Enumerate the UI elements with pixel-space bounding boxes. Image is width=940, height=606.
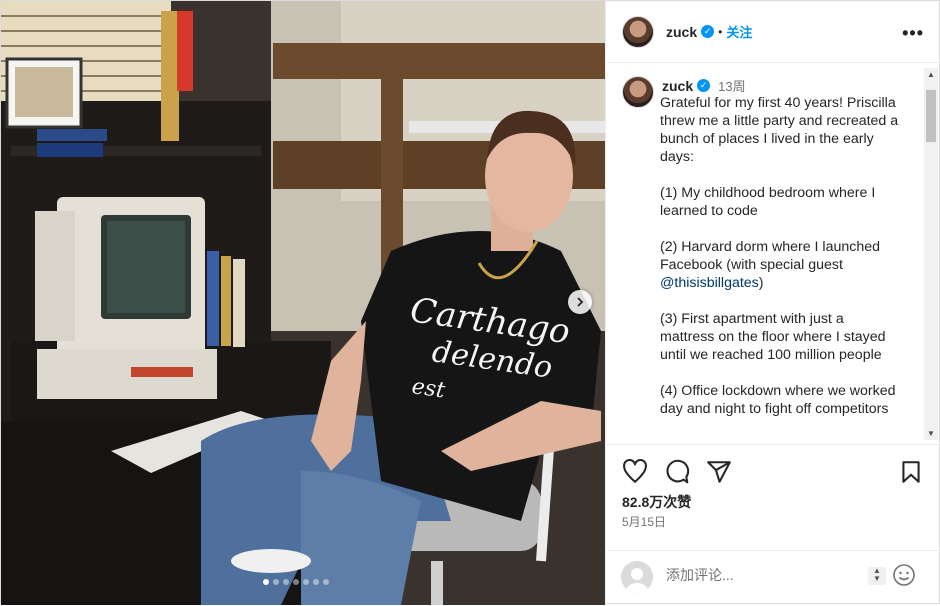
caption-username[interactable]: zuck [662,78,693,94]
carousel-dot [293,579,299,585]
scroll-down-icon[interactable]: ▼ [927,429,935,438]
carousel-dot [303,579,309,585]
shirt-text-line-3: est [410,374,446,403]
caption-paragraph: (4) Office lockdown where we worked day … [660,383,896,417]
carousel-indicator [263,579,329,585]
emoji-icon[interactable] [892,563,916,587]
comment-icon[interactable] [664,459,690,485]
input-spinner-icon[interactable]: ▲ ▼ [868,567,886,585]
scroll-thumb[interactable] [926,90,936,142]
carousel-dot [263,579,269,585]
header-separator: • [718,24,723,39]
bookmark-icon[interactable] [898,459,924,485]
post-date: 5月15日 [622,515,667,529]
photo-illustration: Carthago delendo est [1,1,605,605]
heart-icon[interactable] [622,459,648,485]
follow-button[interactable]: 关注 [726,22,752,41]
post-time[interactable]: 13周 [718,76,745,95]
verified-badge-icon: ✓ [697,79,711,92]
post-photo[interactable]: Carthago delendo est [1,1,605,605]
verified-badge-icon: ✓ [701,25,715,38]
comment-input[interactable] [666,567,856,583]
like-count[interactable]: 82.8万次赞 [622,492,691,512]
action-icons [622,459,732,485]
caption-header: zuck ✓ 13周 [662,76,746,95]
carousel-dot [283,579,289,585]
caption-avatar[interactable] [622,76,654,108]
caption-text: Grateful for my first 40 years! Priscill… [660,94,900,436]
more-options-icon[interactable]: ••• [902,23,924,44]
caption-paragraph: (2) Harvard dorm where I launched Facebo… [660,238,900,292]
caption-scrollbar[interactable]: ▲ ▼ [924,68,938,440]
post-actions: 82.8万次赞 5月15日 ▲▼ [606,444,940,605]
send-icon[interactable] [706,459,732,485]
instagram-post-dialog: Carthago delendo est zuck ✓ • 关注 ••• zuc… [0,0,940,605]
caption-section[interactable]: zuck ✓ 13周 Grateful for my first 40 year… [606,64,940,444]
caption-paragraph: (3) First apartment with just a mattress… [660,311,886,363]
comment-composer: ▲▼ [606,550,940,606]
viewer-avatar [621,561,653,593]
caption-paragraph-text: (2) Harvard dorm where I launched Facebo… [660,239,881,273]
post-details-panel: zuck ✓ • 关注 ••• zuck ✓ 13周 Grateful for … [605,1,940,605]
carousel-next-button[interactable] [568,290,592,314]
caption-paragraph-suffix: ) [758,275,764,291]
carousel-dot [273,579,279,585]
mention-link[interactable]: @thisisbillgates [660,275,759,291]
avatar[interactable] [622,15,654,48]
scroll-up-icon[interactable]: ▲ [927,70,935,79]
username[interactable]: zuck [666,24,697,40]
carousel-dot [323,579,329,585]
caption-paragraph: Grateful for my first 40 years! Priscill… [660,95,899,165]
chevron-right-icon [577,297,584,307]
caption-paragraph: (1) My childhood bedroom where I learned… [660,185,876,219]
carousel-dot [313,579,319,585]
default-avatar-icon [621,561,653,593]
post-header: zuck ✓ • 关注 ••• [606,1,940,63]
